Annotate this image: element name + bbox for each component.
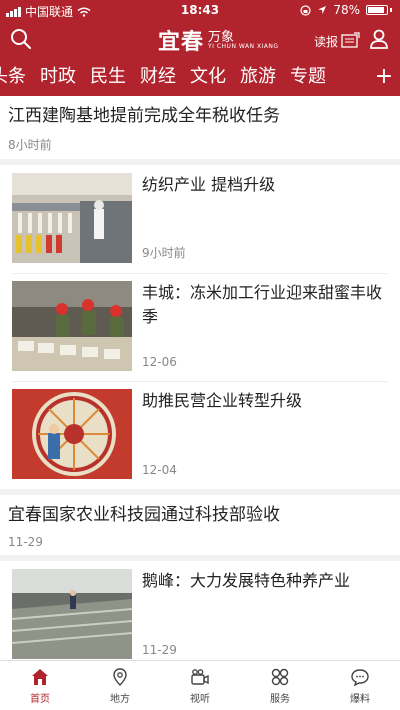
nav-local[interactable]: 地方 [80, 661, 160, 710]
add-tab-button[interactable]: + [368, 60, 400, 96]
nav-label: 视听 [190, 693, 210, 705]
news-title: 助推民营企业转型升级 [142, 391, 303, 410]
news-title: 宜春国家农业科技园通过科技部验收 [8, 505, 280, 525]
news-group: 纺织产业 提档升级 9小时前 丰城：冻米加工行业迎来甜蜜丰收季 12-06 助推… [0, 165, 400, 489]
news-item-image[interactable]: 助推民营企业转型升级 12-04 [0, 381, 400, 489]
news-title: 鹅峰：大力发展特色种养产业 [142, 571, 351, 590]
grid-icon [271, 668, 289, 685]
news-feed: 江西建陶基地提前完成全年税收任务 8小时前 纺织产业 提档升级 9小时前 丰城：… [0, 96, 400, 660]
tab-headlines[interactable]: 头条 [0, 65, 26, 89]
farming-thumbnail [12, 569, 132, 659]
user-icon [370, 29, 388, 49]
news-item-text[interactable]: 江西建陶基地提前完成全年税收任务 8小时前 [0, 96, 400, 159]
news-body: 助推民营企业转型升级 12-04 [142, 389, 388, 481]
news-time: 12-06 [142, 355, 177, 369]
news-item-image[interactable]: 丰城：冻米加工行业迎来甜蜜丰收季 12-06 [0, 273, 400, 381]
logo-sub: 万象 YI CHUN WAN XIANG [208, 31, 279, 50]
location-icon [113, 667, 127, 686]
nav-label: 首页 [30, 693, 50, 705]
news-item-image[interactable]: 纺织产业 提档升级 9小时前 [0, 165, 400, 273]
nav-label: 服务 [270, 693, 290, 705]
category-tabs: 头条 时政 民生 财经 文化 旅游 专题 + [0, 60, 400, 96]
battery-icon [366, 5, 388, 15]
news-title: 纺织产业 提档升级 [142, 175, 276, 194]
search-button[interactable] [10, 28, 32, 54]
news-time: 9小时前 [142, 246, 186, 260]
logo-main-text: 宜春 [158, 29, 205, 55]
nav-label: 爆料 [350, 693, 370, 705]
newspaper-icon [341, 32, 360, 48]
news-body: 鹅峰：大力发展特色种养产业 11-29 [142, 569, 388, 660]
machinery-thumbnail [12, 389, 132, 479]
lock-rotation-icon [300, 4, 311, 16]
news-item-text[interactable]: 宜春国家农业科技园通过科技部验收 11-29 [0, 495, 400, 555]
tab-track: 头条 时政 民生 财经 文化 旅游 专题 [0, 65, 326, 89]
nav-home[interactable]: 首页 [0, 661, 80, 710]
news-body: 纺织产业 提档升级 9小时前 [142, 173, 388, 265]
tab-special[interactable]: 专题 [290, 65, 326, 89]
logo-sub-text: 万象 [208, 29, 235, 45]
news-title: 丰城：冻米加工行业迎来甜蜜丰收季 [142, 283, 383, 326]
status-right: 78% [300, 3, 392, 17]
nav-media[interactable]: 视听 [160, 661, 240, 710]
tab-travel[interactable]: 旅游 [240, 65, 276, 89]
search-icon [11, 29, 31, 49]
news-item-image[interactable]: 鹅峰：大力发展特色种养产业 11-29 [0, 561, 400, 660]
nav-tips[interactable]: 爆料 [320, 661, 400, 710]
location-arrow-icon [318, 6, 327, 14]
tab-livelihood[interactable]: 民生 [90, 65, 126, 89]
news-time: 11-29 [142, 643, 177, 657]
tab-finance[interactable]: 财经 [140, 65, 176, 89]
tab-culture[interactable]: 文化 [190, 65, 226, 89]
nav-label: 地方 [110, 693, 130, 705]
nav-services[interactable]: 服务 [240, 661, 320, 710]
profile-button[interactable] [368, 28, 390, 54]
news-body: 丰城：冻米加工行业迎来甜蜜丰收季 12-06 [142, 281, 388, 373]
read-newspaper-button[interactable]: 读报 [314, 32, 360, 50]
battery-cap [390, 8, 392, 12]
rice-processing-thumbnail [12, 281, 132, 371]
bottom-nav: 首页 地方 视听 服务 爆料 [0, 660, 400, 710]
tab-politics[interactable]: 时政 [40, 65, 76, 89]
chat-icon [351, 668, 369, 686]
news-title: 江西建陶基地提前完成全年税收任务 [8, 106, 280, 126]
home-icon [32, 668, 48, 685]
textile-factory-thumbnail [12, 173, 132, 263]
read-label: 读报 [314, 34, 339, 49]
news-time: 11-29 [8, 535, 43, 549]
news-time: 12-04 [142, 463, 177, 477]
news-time: 8小时前 [8, 138, 52, 152]
logo-en-text: YI CHUN WAN XIANG [208, 42, 279, 50]
news-group: 鹅峰：大力发展特色种养产业 11-29 [0, 561, 400, 660]
status-bar: 中国联通 18:43 78% [0, 0, 400, 20]
battery-percent: 78% [333, 3, 360, 17]
app-header: 宜春 万象 YI CHUN WAN XIANG 读报 [0, 20, 400, 60]
video-camera-icon [191, 668, 209, 685]
app-logo: 宜春 万象 YI CHUN WAN XIANG [158, 24, 279, 56]
